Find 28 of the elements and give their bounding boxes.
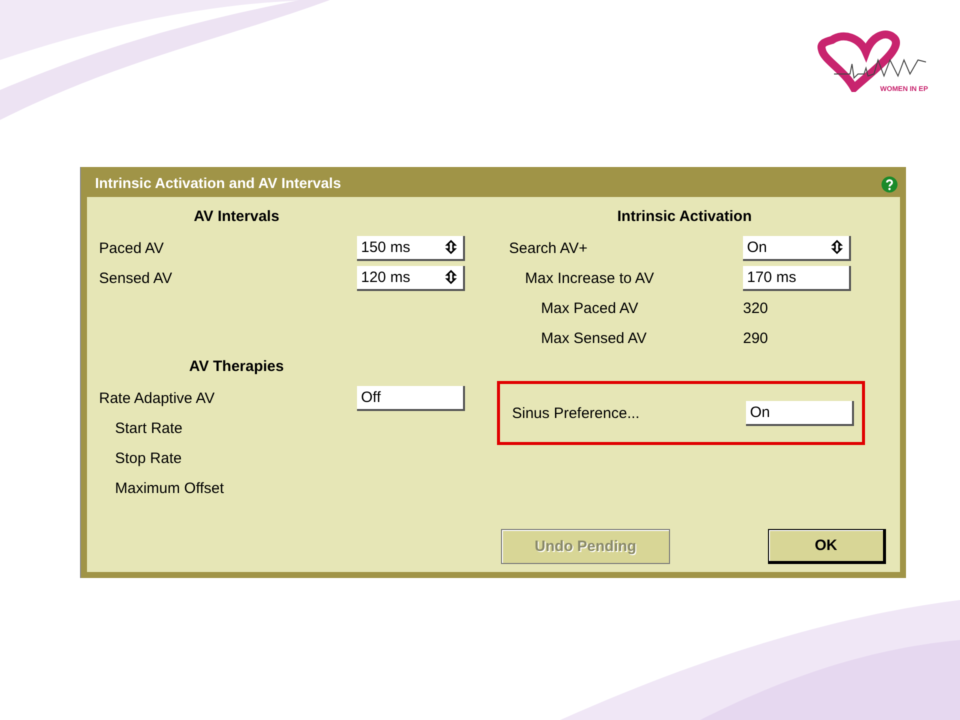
setting-label: Max Paced AV bbox=[540, 300, 640, 316]
setting-label: Maximum Offset bbox=[114, 480, 225, 496]
setting-label: Max Sensed AV bbox=[540, 330, 648, 346]
window-title: Intrinsic Activation and AV Intervals bbox=[95, 176, 342, 192]
value-field[interactable]: On bbox=[743, 236, 851, 260]
value-text: 290 bbox=[743, 330, 768, 346]
setting-label: Search AV+ bbox=[509, 240, 589, 256]
value-field[interactable]: On bbox=[746, 400, 854, 426]
setting-label: Stop Rate bbox=[114, 450, 183, 466]
setting-label: Paced AV bbox=[99, 240, 165, 256]
setting-label: Rate Adaptive AV bbox=[99, 390, 216, 406]
value-field[interactable]: 170 ms bbox=[743, 266, 851, 290]
value-field[interactable]: 120 ms bbox=[357, 266, 465, 290]
spinner-icon bbox=[831, 240, 843, 254]
ok-button[interactable]: OK bbox=[768, 529, 886, 564]
section-heading: AV Therapies bbox=[188, 357, 285, 377]
setting-label: Sensed AV bbox=[99, 270, 174, 286]
value-field[interactable]: 150 ms bbox=[357, 236, 465, 260]
help-icon[interactable] bbox=[881, 176, 898, 192]
value-field[interactable]: Off bbox=[357, 386, 465, 410]
spinner-icon bbox=[445, 270, 457, 284]
value-text: 320 bbox=[743, 300, 768, 316]
setting-label: Sinus Preference... bbox=[512, 404, 641, 422]
setting-label: Max Increase to AV bbox=[524, 270, 655, 286]
spinner-icon bbox=[445, 240, 457, 254]
section-heading: Intrinsic Activation bbox=[616, 207, 753, 227]
section-heading: AV Intervals bbox=[192, 207, 280, 227]
setting-label: Start Rate bbox=[114, 420, 184, 436]
